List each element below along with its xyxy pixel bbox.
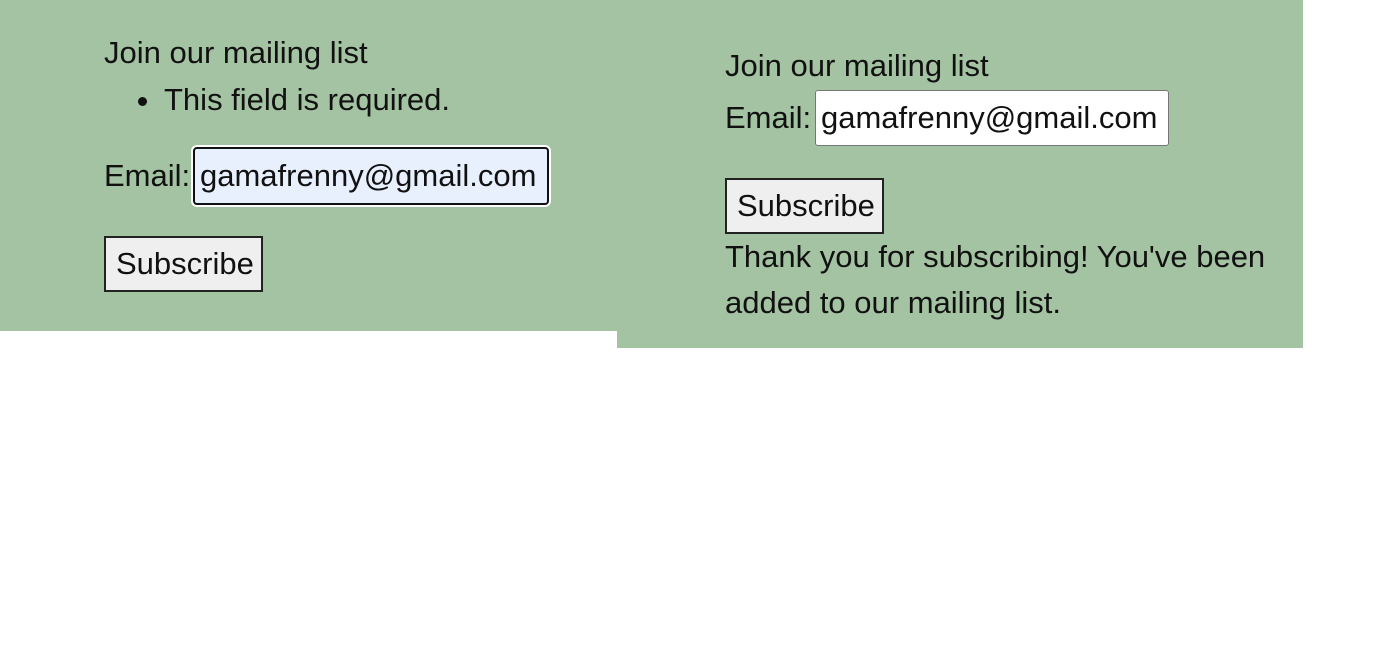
email-label: Email: — [725, 100, 812, 135]
subscribe-button[interactable]: Subscribe — [725, 178, 884, 234]
email-input[interactable] — [815, 90, 1169, 146]
subscribe-button[interactable]: Subscribe — [104, 236, 263, 292]
error-list: This field is required. — [138, 82, 451, 118]
error-text: This field is required. — [164, 82, 451, 117]
error-message: This field is required. — [138, 82, 451, 118]
email-label: Email: — [104, 158, 191, 193]
bullet-icon — [138, 97, 147, 106]
success-message: Thank you for subscribing! You've been a… — [725, 239, 1266, 320]
form-title: Join our mailing list — [725, 48, 989, 83]
mailing-list-form-success-state: Join our mailing list Email: Subscribe T… — [617, 0, 1303, 348]
email-input[interactable] — [193, 147, 549, 205]
form-title: Join our mailing list — [104, 35, 368, 70]
mailing-list-form-error-state: Join our mailing list This field is requ… — [0, 0, 617, 331]
